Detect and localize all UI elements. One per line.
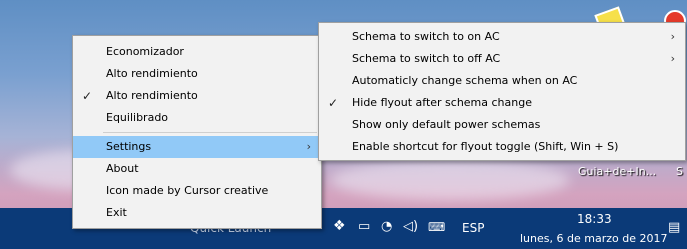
menu-item-hide-flyout[interactable]: ✓ Hide flyout after schema change	[319, 92, 685, 114]
menu-item-auto-change-schema[interactable]: Automaticly change schema when on AC	[319, 70, 685, 92]
volume-icon[interactable]: ◁)	[403, 220, 418, 233]
clock-time[interactable]: 18:33	[577, 212, 612, 226]
main-context-menu: Economizador Alto rendimiento ✓ Alto ren…	[72, 35, 322, 229]
dropbox-icon[interactable]: ❖	[333, 219, 346, 233]
menu-item-icon-credit[interactable]: Icon made by Cursor creative	[73, 180, 321, 202]
menu-item-schema-off-ac[interactable]: Schema to switch to off AC ›	[319, 48, 685, 70]
wifi-icon[interactable]: ◔	[381, 220, 392, 233]
menu-item-schema-on-ac[interactable]: Schema to switch to on AC ›	[319, 26, 685, 48]
menu-item-settings[interactable]: Settings ›	[73, 136, 321, 158]
menu-item-exit[interactable]: Exit	[73, 202, 321, 224]
menu-item-alto-rendimiento-checked[interactable]: ✓ Alto rendimiento	[73, 85, 321, 107]
desktop-icon-label[interactable]: S	[676, 165, 683, 178]
menu-item-equilibrado[interactable]: Equilibrado	[73, 107, 321, 129]
notification-icon[interactable]: ▤	[668, 221, 680, 234]
chevron-right-icon: ›	[670, 30, 675, 43]
chevron-right-icon: ›	[306, 140, 311, 153]
menu-item-enable-shortcut[interactable]: Enable shortcut for flyout toggle (Shift…	[319, 136, 685, 158]
menu-item-default-schemas[interactable]: Show only default power schemas	[319, 114, 685, 136]
menu-item-alto-rendimiento[interactable]: Alto rendimiento	[73, 63, 321, 85]
menu-item-economizador[interactable]: Economizador	[73, 41, 321, 63]
checkmark-icon: ✓	[328, 96, 339, 110]
keyboard-icon[interactable]: ⌨	[428, 221, 445, 233]
clock-date[interactable]: lunes, 6 de marzo de 2017	[520, 232, 667, 245]
settings-submenu: Schema to switch to on AC › Schema to sw…	[318, 22, 686, 161]
chevron-right-icon: ›	[670, 52, 675, 65]
menu-separator	[103, 132, 317, 133]
language-indicator[interactable]: ESP	[462, 221, 484, 235]
checkmark-icon: ✓	[82, 89, 93, 103]
desktop-icon-label[interactable]: Guia+de+In...	[578, 165, 656, 178]
network-icon[interactable]: ▭	[358, 220, 370, 233]
menu-item-about[interactable]: About	[73, 158, 321, 180]
